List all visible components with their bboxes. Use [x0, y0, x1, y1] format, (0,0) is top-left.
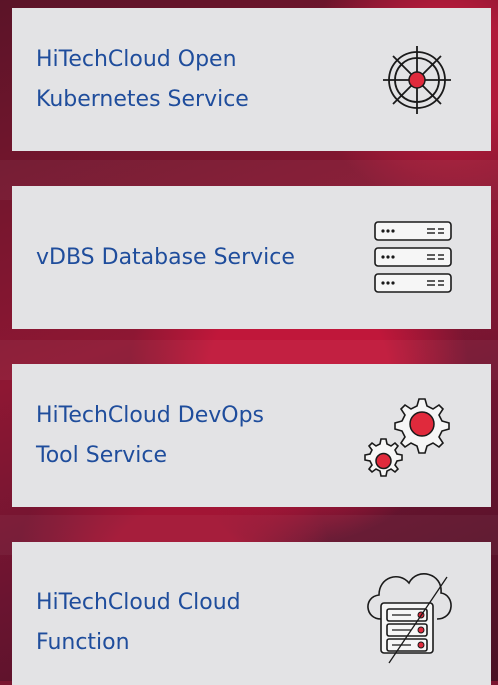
service-card-kubernetes[interactable]: HiTechCloud Open Kubernetes Service: [12, 8, 491, 151]
service-title: HiTechCloud Open Kubernetes Service: [36, 46, 249, 112]
gears-icon: [359, 393, 455, 479]
service-card-database[interactable]: vDBS Database Service: [12, 186, 491, 329]
cloud-server-icon: [359, 559, 455, 669]
database-servers-icon: [371, 218, 455, 298]
service-title: HiTechCloud Cloud Function: [36, 589, 241, 655]
service-title: HiTechCloud DevOps Tool Service: [36, 402, 265, 468]
helm-wheel-icon: [379, 42, 455, 118]
service-card-devops[interactable]: HiTechCloud DevOps Tool Service: [12, 364, 491, 507]
service-card-cloud-function[interactable]: HiTechCloud Cloud Function: [12, 542, 491, 685]
service-title: vDBS Database Service: [36, 244, 295, 270]
